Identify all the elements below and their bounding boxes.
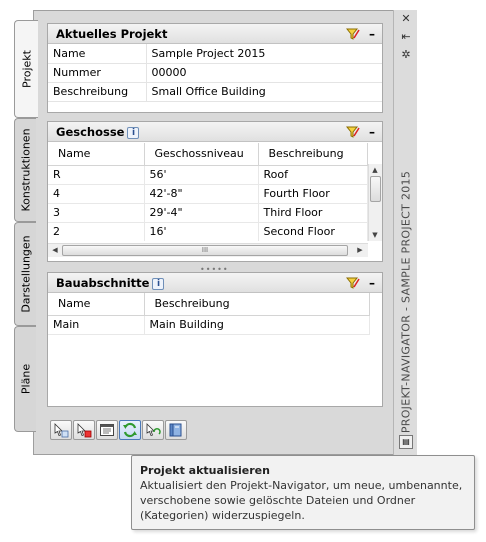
levels-vertical-scrollbar[interactable]: ▲ ▼ [368,164,382,241]
table-cell: 4 [48,184,145,204]
tab-label: Darstellungen [19,235,32,313]
cursor-repath-icon [146,423,161,437]
table-row[interactable]: R 56' Roof [48,165,368,185]
tab-projekt[interactable]: Projekt [14,20,38,118]
table-row[interactable]: Beschreibung Small Office Building [48,82,382,102]
property-value[interactable]: 00000 [146,63,382,83]
tooltip-title: Projekt aktualisieren [140,464,270,477]
info-icon[interactable]: i [127,127,140,139]
table-header-row: Name Geschossniveau Beschreibung [48,143,368,166]
table-row[interactable]: 3 29'-4" Third Floor [48,203,368,223]
property-value[interactable]: Sample Project 2015 [146,44,382,64]
property-key: Nummer [48,63,147,83]
section-header: Geschosse i – [48,122,382,142]
collapse-icon[interactable]: – [369,273,375,293]
info-icon[interactable]: i [152,278,165,290]
book-settings-icon [169,423,182,437]
divisions-section: Bauabschnitte i – Name Beschreibung Main … [47,272,383,407]
project-settings-button[interactable] [165,420,187,440]
section-title: Aktuelles Projekt [56,27,168,41]
table-cell: 29'-4" [144,203,259,223]
table-cell: 42'-8" [144,184,259,204]
filter-icon[interactable] [346,276,360,290]
column-header[interactable]: Name [48,143,145,166]
refresh-icon [123,422,137,438]
levels-horizontal-scrollbar[interactable]: ◀ III ▶ [48,243,368,257]
tab-plaene[interactable]: Pläne [14,326,36,432]
filter-icon[interactable] [346,27,360,41]
tab-darstellungen[interactable]: Darstellungen [14,222,36,326]
table-cell: Main [48,315,145,335]
tooltip-body: Aktualisiert den Projekt-Navigator, um n… [140,479,463,522]
cursor-close-icon [77,423,92,438]
tab-label: Projekt [20,50,33,88]
table-cell: R [48,165,145,185]
column-header[interactable]: Beschreibung [258,143,368,166]
scroll-thumb[interactable]: III [62,245,348,256]
table-cell: Main Building [144,315,370,335]
scroll-right-icon[interactable]: ▶ [354,244,366,256]
scroll-up-icon[interactable]: ▲ [369,164,381,176]
section-header: Aktuelles Projekt – [48,24,382,44]
project-properties-table: Name Sample Project 2015 Nummer 00000 Be… [48,44,382,102]
property-key: Beschreibung [48,82,147,102]
collapse-icon[interactable]: – [369,122,375,142]
table-row[interactable]: Main Main Building [48,315,370,335]
table-cell: Third Floor [258,203,368,223]
table-cell: 16' [144,222,259,241]
table-row[interactable]: Nummer 00000 [48,63,382,83]
close-icon[interactable]: ✕ [399,12,413,26]
table-row[interactable]: 4 42'-8" Fourth Floor [48,184,368,204]
divisions-table: Name Beschreibung Main Main Building [48,293,370,335]
close-project-button[interactable] [73,420,95,440]
table-row[interactable]: Name Sample Project 2015 [48,44,382,64]
column-header[interactable]: Beschreibung [144,293,370,316]
scroll-thumb[interactable] [370,176,381,202]
tab-label: Konstruktionen [19,128,32,212]
tooltip: Projekt aktualisieren Aktualisiert den P… [131,455,475,530]
property-key: Name [48,44,147,64]
palette-menu-icon[interactable]: ▤ [399,435,413,449]
palette-titlebar[interactable]: ✕ ⇤ ✲ PROJEKT-NAVIGATOR - SAMPLE PROJECT… [393,10,417,455]
table-cell: 56' [144,165,259,185]
table-header-row: Name Beschreibung [48,293,370,316]
column-header[interactable]: Name [48,293,145,316]
browser-window-icon [100,424,114,436]
column-header[interactable]: Geschossniveau [144,143,259,166]
table-cell: 3 [48,203,145,223]
section-title: Geschosse [56,125,125,139]
cursor-grid-icon [54,423,69,438]
refresh-project-button[interactable] [119,420,141,440]
filter-icon[interactable] [346,125,360,139]
open-project-button[interactable] [50,420,72,440]
property-value[interactable]: Small Office Building [146,82,382,102]
palette-title: PROJEKT-NAVIGATOR - SAMPLE PROJECT 2015 [399,170,413,434]
table-cell: Second Floor [258,222,368,241]
navigator-toolbar [50,420,187,440]
section-header: Bauabschnitte i – [48,273,382,293]
scroll-down-icon[interactable]: ▼ [369,229,381,241]
table-row[interactable]: 2 16' Second Floor [48,222,368,241]
table-cell: Roof [258,165,368,185]
properties-gear-icon[interactable]: ✲ [399,48,413,62]
levels-table: Name Geschossniveau Beschreibung R 56' R… [48,143,368,241]
project-browser-button[interactable] [96,420,118,440]
auto-hide-icon[interactable]: ⇤ [399,30,413,44]
section-title: Bauabschnitte [56,276,150,290]
scroll-left-icon[interactable]: ◀ [49,244,61,256]
levels-section: Geschosse i – Name Geschossniveau Beschre… [47,121,383,262]
table-cell: 2 [48,222,145,241]
tab-label: Pläne [19,363,32,395]
collapse-icon[interactable]: – [369,24,375,44]
current-project-section: Aktuelles Projekt – Name Sample Project … [47,23,383,113]
table-cell: Fourth Floor [258,184,368,204]
scroll-grip: III [201,246,209,254]
repath-project-button[interactable] [142,420,164,440]
tab-konstruktionen[interactable]: Konstruktionen [14,118,36,222]
